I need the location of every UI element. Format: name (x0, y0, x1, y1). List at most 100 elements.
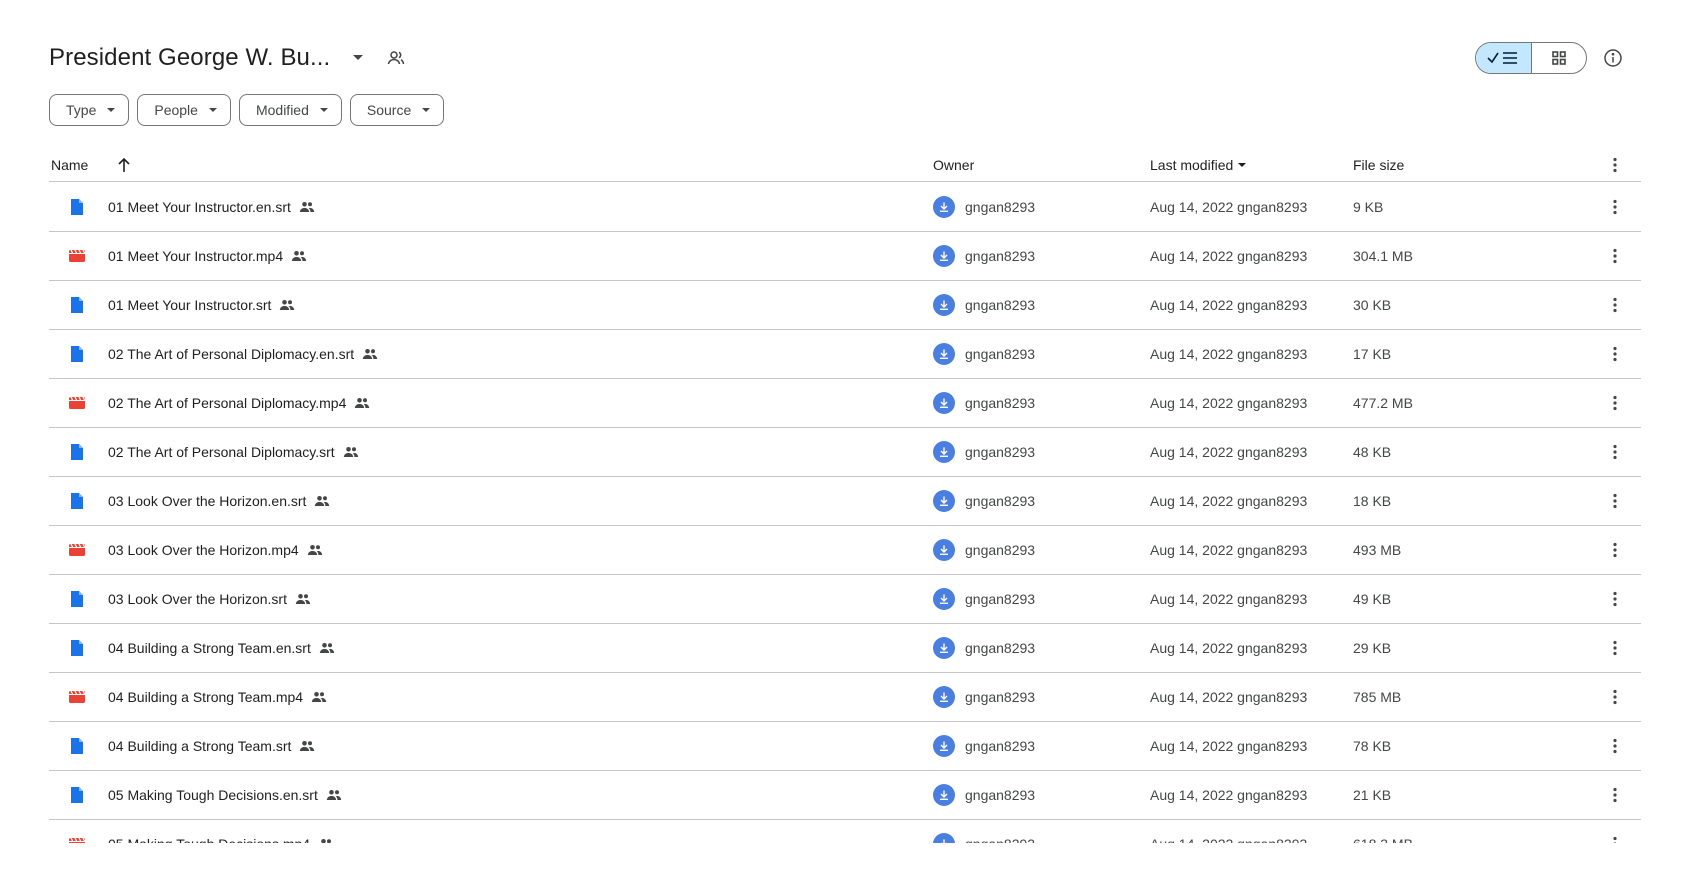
filter-type-chip[interactable]: Type (49, 94, 130, 126)
filter-chips: Type People Modified Source (49, 94, 445, 126)
file-name: 01 Meet Your Instructor.srt (108, 297, 272, 313)
document-file-icon (67, 575, 87, 623)
shared-icon (362, 348, 378, 360)
owner-cell: gngan8293 (933, 379, 1035, 427)
column-owner-header[interactable]: Owner (933, 148, 974, 181)
column-file-size-header[interactable]: File size (1353, 148, 1404, 181)
caret-down-icon[interactable] (346, 46, 370, 70)
grid-view-button[interactable] (1532, 43, 1587, 73)
more-actions-button[interactable] (1603, 575, 1627, 623)
file-row[interactable]: 04 Building a Strong Team.srt gngan8293 Au… (49, 722, 1641, 771)
owner-cell: gngan8293 (933, 575, 1035, 623)
file-row[interactable]: 05 Making Tough Decisions.en.srt gngan829… (49, 771, 1641, 820)
file-name: 02 The Art of Personal Diplomacy.srt (108, 444, 335, 460)
file-row[interactable]: 04 Building a Strong Team.en.srt gngan829… (49, 624, 1641, 673)
file-name: 03 Look Over the Horizon.mp4 (108, 542, 299, 558)
last-modified-cell: Aug 14, 2022 gngan8293 (1150, 346, 1308, 362)
file-size-cell: 493 MB (1353, 542, 1402, 558)
more-actions-button[interactable] (1603, 722, 1627, 770)
owner-avatar (933, 343, 955, 365)
file-size-cell: 618.3 MB (1353, 820, 1413, 843)
file-name-cell[interactable]: 02 The Art of Personal Diplomacy.srt (108, 428, 359, 476)
file-row[interactable]: 01 Meet Your Instructor.en.srt gngan8293 A… (49, 183, 1641, 232)
column-label: Owner (933, 156, 975, 173)
owner-avatar (933, 833, 955, 843)
file-name: 04 Building a Strong Team.mp4 (108, 689, 304, 705)
file-row[interactable]: 03 Look Over the Horizon.en.srt gngan8293… (49, 477, 1641, 526)
file-name-cell[interactable]: 05 Making Tough Decisions.en.srt (108, 771, 342, 819)
more-actions-button[interactable] (1603, 281, 1627, 329)
last-modified-cell: Aug 14, 2022 gngan8293 (1150, 640, 1308, 656)
more-actions-button[interactable] (1603, 428, 1627, 476)
filter-people-chip[interactable]: People (137, 94, 231, 126)
filter-modified-chip[interactable]: Modified (238, 94, 342, 126)
list-view-button[interactable] (1476, 43, 1532, 73)
owner-name: gngan8293 (965, 836, 1035, 843)
file-name-cell[interactable]: 03 Look Over the Horizon.srt (108, 575, 311, 623)
file-row[interactable]: 03 Look Over the Horizon.srt gngan8293 Aug… (49, 575, 1641, 624)
owner-cell: gngan8293 (933, 673, 1035, 721)
file-row[interactable]: 04 Building a Strong Team.mp4 gngan8293 Au… (49, 673, 1641, 722)
file-name-cell[interactable]: 03 Look Over the Horizon.en.srt (108, 477, 330, 525)
file-name-cell[interactable]: 03 Look Over the Horizon.mp4 (108, 526, 323, 574)
owner-avatar (933, 686, 955, 708)
shared-icon (314, 495, 330, 507)
page-title[interactable]: President George W. Bu... (49, 44, 330, 72)
file-row[interactable]: 01 Meet Your Instructor.mp4 gngan8293 Aug … (49, 232, 1641, 281)
file-row[interactable]: 03 Look Over the Horizon.mp4 gngan8293 Aug… (49, 526, 1641, 575)
more-actions-button[interactable] (1603, 526, 1627, 574)
file-name-cell[interactable]: 01 Meet Your Instructor.mp4 (108, 232, 307, 280)
filter-source-chip[interactable]: Source (349, 94, 445, 126)
shared-icon (279, 299, 295, 311)
more-actions-button[interactable] (1603, 232, 1627, 280)
file-name-cell[interactable]: 04 Building a Strong Team.srt (108, 722, 315, 770)
file-name-cell[interactable]: 05 Making Tough Decisions.mp4 (108, 820, 334, 843)
file-name-cell[interactable]: 04 Building a Strong Team.mp4 (108, 673, 327, 721)
more-actions-button[interactable] (1603, 820, 1627, 843)
file-name-cell[interactable]: 01 Meet Your Instructor.srt (108, 281, 295, 329)
view-toggle (1475, 42, 1587, 74)
shared-folder-icon[interactable] (384, 46, 408, 70)
owner-avatar (933, 392, 955, 414)
shared-icon (343, 446, 359, 458)
column-options-button[interactable] (1603, 148, 1627, 181)
info-button[interactable] (1599, 44, 1627, 72)
last-modified-cell: Aug 14, 2022 gngan8293 (1150, 689, 1308, 705)
file-name: 05 Making Tough Decisions.mp4 (108, 836, 310, 843)
owner-avatar (933, 294, 955, 316)
check-list-icon (1487, 52, 1518, 64)
column-name-header[interactable]: Name (51, 148, 88, 181)
file-row[interactable]: 01 Meet Your Instructor.srt gngan8293 Aug … (49, 281, 1641, 330)
owner-avatar (933, 637, 955, 659)
file-name-cell[interactable]: 02 The Art of Personal Diplomacy.mp4 (108, 379, 370, 427)
file-name-cell[interactable]: 04 Building a Strong Team.en.srt (108, 624, 335, 672)
more-actions-button[interactable] (1603, 183, 1627, 231)
file-name-cell[interactable]: 01 Meet Your Instructor.en.srt (108, 183, 315, 231)
sort-ascending-button[interactable] (112, 148, 136, 181)
column-last-modified-header[interactable]: Last modified (1150, 148, 1247, 181)
column-label: Name (51, 156, 89, 173)
file-size-cell: 78 KB (1353, 738, 1392, 754)
more-actions-button[interactable] (1603, 379, 1627, 427)
more-actions-button[interactable] (1603, 477, 1627, 525)
file-size-cell: 9 KB (1353, 199, 1384, 215)
owner-cell: gngan8293 (933, 771, 1035, 819)
file-row[interactable]: 02 The Art of Personal Diplomacy.mp4 gnga… (49, 379, 1641, 428)
file-name-cell[interactable]: 02 The Art of Personal Diplomacy.en.srt (108, 330, 378, 378)
file-row[interactable]: 05 Making Tough Decisions.mp4 gngan8293 Au… (49, 820, 1641, 843)
last-modified-cell: Aug 14, 2022 gngan8293 (1150, 787, 1308, 803)
owner-name: gngan8293 (965, 199, 1036, 215)
document-file-icon (67, 183, 87, 231)
caret-down-icon (319, 108, 328, 112)
more-actions-button[interactable] (1603, 624, 1627, 672)
file-row[interactable]: 02 The Art of Personal Diplomacy.srt gnga… (49, 428, 1641, 477)
document-file-icon (67, 624, 87, 672)
more-actions-button[interactable] (1603, 673, 1627, 721)
document-file-icon (67, 428, 87, 476)
owner-avatar (933, 784, 955, 806)
more-actions-button[interactable] (1603, 330, 1627, 378)
file-size-cell: 29 KB (1353, 640, 1392, 656)
owner-avatar (933, 539, 955, 561)
file-row[interactable]: 02 The Art of Personal Diplomacy.en.srt g… (49, 330, 1641, 379)
more-actions-button[interactable] (1603, 771, 1627, 819)
